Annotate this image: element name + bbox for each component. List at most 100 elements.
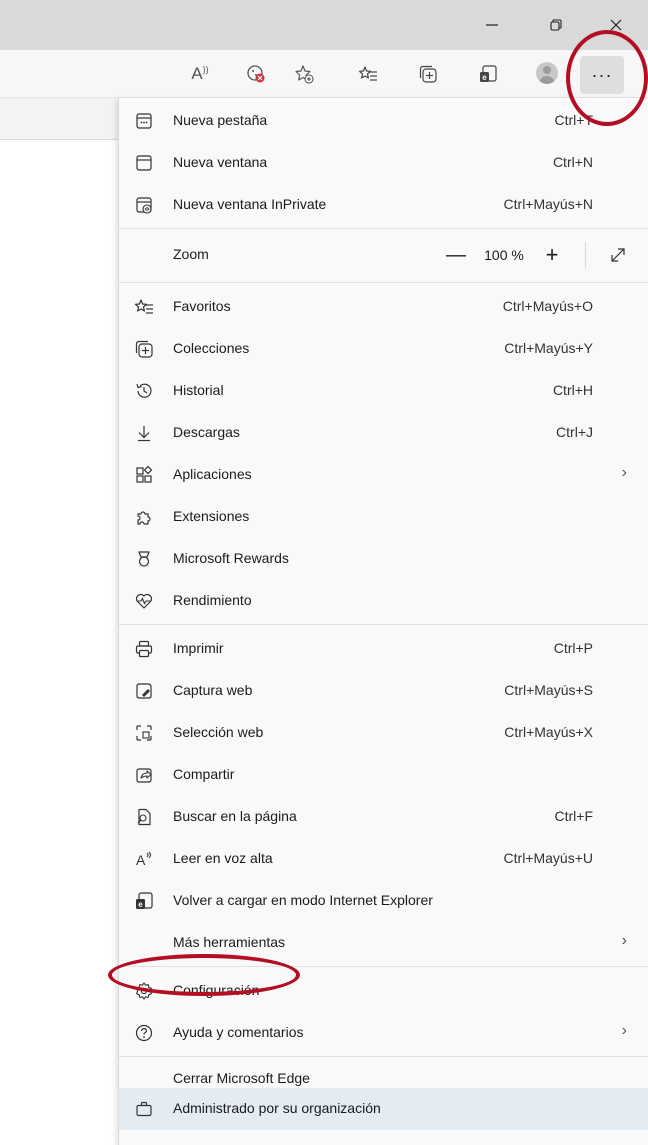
highlight-ellipse-more bbox=[566, 30, 648, 126]
favorites-button[interactable] bbox=[352, 58, 384, 90]
menu-item-label: Compartir bbox=[173, 766, 235, 782]
menu-separator bbox=[119, 1056, 648, 1057]
highlight-ellipse-settings bbox=[108, 954, 300, 996]
menu-item-new-tab[interactable]: Nueva pestaña Ctrl+T bbox=[119, 100, 648, 142]
svg-text:A: A bbox=[136, 852, 146, 868]
menu-item-extensions[interactable]: Extensiones bbox=[119, 496, 648, 538]
menu-separator bbox=[119, 282, 648, 283]
print-icon bbox=[133, 638, 155, 660]
menu-item-print[interactable]: Imprimir Ctrl+P bbox=[119, 628, 648, 670]
web-capture-icon bbox=[133, 680, 155, 702]
menu-item-collections[interactable]: Colecciones Ctrl+Mayús+Y bbox=[119, 328, 648, 370]
menu-item-label: Selección web bbox=[173, 724, 264, 740]
ie-mode-icon: e bbox=[133, 890, 155, 912]
zoom-divider bbox=[585, 242, 586, 268]
zoom-out-button[interactable]: — bbox=[441, 234, 471, 276]
share-icon bbox=[133, 764, 155, 786]
menu-item-managed: Administrado por su organización bbox=[119, 1088, 648, 1130]
fullscreen-button[interactable] bbox=[603, 234, 633, 276]
new-window-icon bbox=[133, 152, 155, 174]
tracking-prevention-button[interactable] bbox=[240, 58, 272, 90]
briefcase-icon bbox=[133, 1098, 155, 1120]
menu-item-label: Imprimir bbox=[173, 640, 224, 656]
menu-item-shortcut: Ctrl+Mayús+S bbox=[504, 682, 593, 698]
menu-item-label: Nueva ventana bbox=[173, 154, 268, 170]
menu-item-label: Favoritos bbox=[173, 298, 231, 314]
menu-item-shortcut: Ctrl+H bbox=[552, 382, 593, 398]
tracking-prevention-icon bbox=[247, 65, 265, 83]
history-icon bbox=[133, 380, 155, 402]
add-favorite-button[interactable] bbox=[288, 58, 320, 90]
menu-item-rewards[interactable]: Microsoft Rewards bbox=[119, 538, 648, 580]
menu-item-label: Aplicaciones bbox=[173, 466, 252, 482]
menu-item-shortcut: Ctrl+Mayús+Y bbox=[504, 340, 593, 356]
ie-mode-icon: e bbox=[480, 65, 497, 82]
menu-separator bbox=[119, 624, 648, 625]
menu-item-find[interactable]: Buscar en la página Ctrl+F bbox=[119, 796, 648, 838]
menu-item-web-select[interactable]: Selección web Ctrl+Mayús+X bbox=[119, 712, 648, 754]
menu-item-label: Más herramientas bbox=[173, 934, 286, 950]
star-add-icon bbox=[295, 65, 314, 84]
collections-button[interactable] bbox=[412, 58, 444, 90]
chevron-right-icon: › bbox=[621, 932, 627, 949]
menu-item-shortcut: Ctrl+F bbox=[554, 808, 594, 824]
menu-item-label: Volver a cargar en modo Internet Explore… bbox=[173, 892, 433, 908]
managed-banner[interactable]: Administrado por su organización bbox=[119, 1088, 648, 1130]
menu-item-label: Administrado por su organización bbox=[173, 1100, 381, 1116]
inprivate-icon bbox=[133, 194, 155, 216]
favorites-icon bbox=[133, 296, 155, 318]
menu-item-share[interactable]: Compartir bbox=[119, 754, 648, 796]
extensions-icon bbox=[133, 506, 155, 528]
zoom-label: Zoom bbox=[173, 246, 209, 262]
menu-item-label: Cerrar Microsoft Edge bbox=[173, 1070, 310, 1086]
read-aloud-icon: A bbox=[133, 848, 155, 870]
menu-item-history[interactable]: Historial Ctrl+H bbox=[119, 370, 648, 412]
menu-item-apps[interactable]: Aplicaciones › bbox=[119, 454, 648, 496]
menu-item-performance[interactable]: Rendimiento bbox=[119, 580, 648, 622]
menu-item-label: Ayuda y comentarios bbox=[173, 1024, 304, 1040]
download-icon bbox=[133, 422, 155, 444]
read-aloud-button[interactable]: A)) bbox=[184, 58, 216, 90]
menu-item-shortcut: Ctrl+P bbox=[553, 640, 593, 656]
menu-item-label: Buscar en la página bbox=[173, 808, 297, 824]
performance-icon bbox=[133, 590, 155, 612]
help-icon bbox=[133, 1022, 155, 1044]
menu-item-label: Historial bbox=[173, 382, 224, 398]
menu-item-label: Nueva pestaña bbox=[173, 112, 268, 128]
zoom-in-button[interactable]: + bbox=[537, 234, 567, 276]
ie-mode-button[interactable]: e bbox=[472, 58, 504, 90]
rewards-icon bbox=[133, 548, 155, 570]
avatar[interactable] bbox=[536, 62, 558, 84]
chevron-right-icon: › bbox=[621, 464, 627, 481]
restore-icon bbox=[550, 19, 562, 31]
read-aloud-icon: A)) bbox=[191, 64, 209, 83]
menu-item-read-aloud[interactable]: A Leer en voz alta Ctrl+Mayús+U bbox=[119, 838, 648, 880]
minimize-button[interactable] bbox=[472, 10, 512, 40]
menu-item-new-inprivate[interactable]: Nueva ventana InPrivate Ctrl+Mayús+N bbox=[119, 184, 648, 226]
page-content bbox=[0, 98, 118, 140]
restore-button[interactable] bbox=[536, 10, 576, 40]
menu-item-label: Descargas bbox=[173, 424, 240, 440]
menu-item-favorites[interactable]: Favoritos Ctrl+Mayús+O bbox=[119, 286, 648, 328]
menu-item-web-capture[interactable]: Captura web Ctrl+Mayús+S bbox=[119, 670, 648, 712]
menu-separator bbox=[119, 228, 648, 229]
favorites-icon bbox=[358, 66, 377, 81]
menu-item-zoom: Zoom — 100 % + bbox=[119, 234, 648, 276]
svg-text:e: e bbox=[138, 900, 143, 909]
new-tab-icon bbox=[133, 110, 155, 132]
menu-item-shortcut: Ctrl+Mayús+X bbox=[504, 724, 593, 740]
find-icon bbox=[133, 806, 155, 828]
menu-item-downloads[interactable]: Descargas Ctrl+J bbox=[119, 412, 648, 454]
collections-icon bbox=[133, 338, 155, 360]
menu-item-shortcut: Ctrl+Mayús+U bbox=[503, 850, 593, 866]
menu-item-shortcut: Ctrl+N bbox=[552, 154, 593, 170]
svg-text:e: e bbox=[482, 73, 487, 82]
menu-item-label: Colecciones bbox=[173, 340, 250, 356]
menu-item-new-window[interactable]: Nueva ventana Ctrl+N bbox=[119, 142, 648, 184]
menu-item-help[interactable]: Ayuda y comentarios › bbox=[119, 1012, 648, 1054]
menu-item-shortcut: Ctrl+Mayús+O bbox=[502, 298, 593, 314]
menu-item-shortcut: Ctrl+Mayús+N bbox=[503, 196, 593, 212]
menu-item-ie-mode[interactable]: e Volver a cargar en modo Internet Explo… bbox=[119, 880, 648, 922]
menu-item-label: Captura web bbox=[173, 682, 253, 698]
title-bar bbox=[0, 0, 648, 50]
